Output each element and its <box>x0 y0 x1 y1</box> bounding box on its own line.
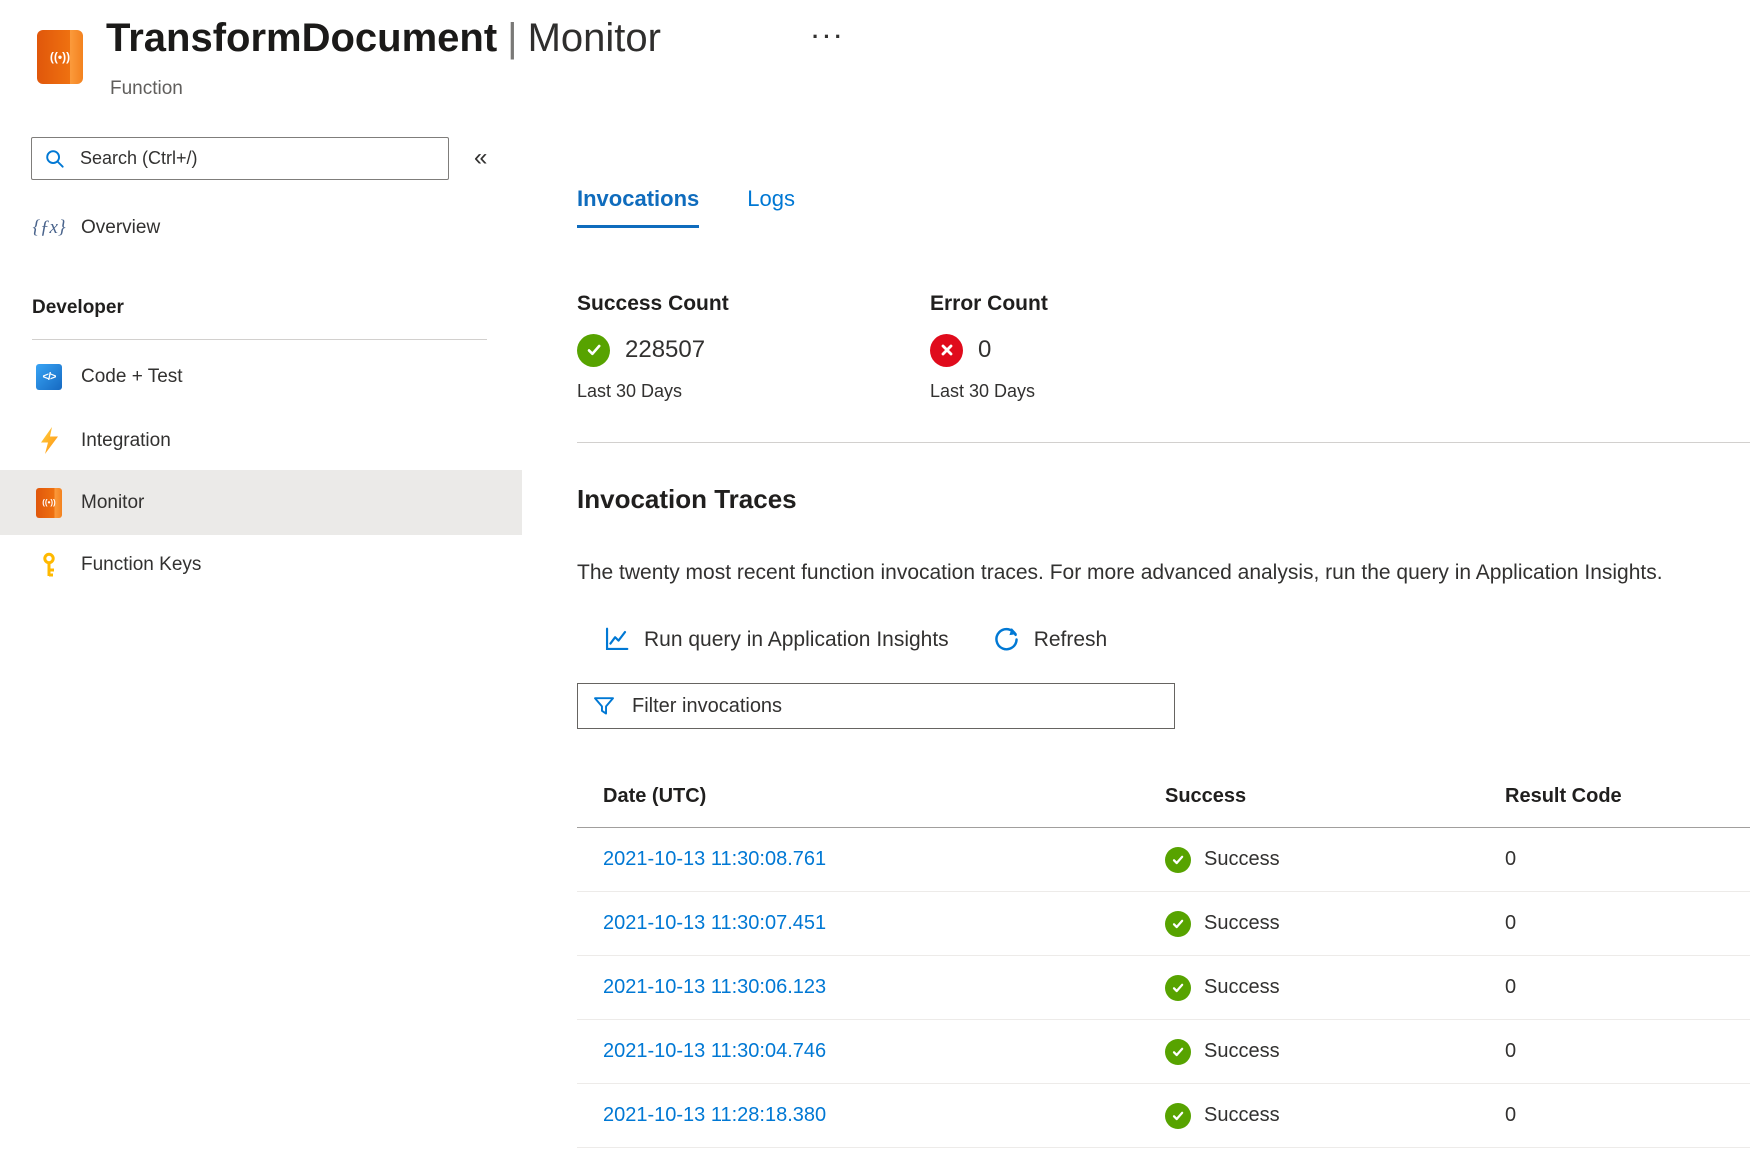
resource-type-label: Function <box>110 78 183 100</box>
table-row: 2021-10-13 11:30:04.746 Success 0 <box>577 1020 1750 1084</box>
sidebar-search[interactable] <box>31 137 449 180</box>
table-row: 2021-10-13 11:30:06.123 Success 0 <box>577 956 1750 1020</box>
metric-period: Last 30 Days <box>930 381 1048 402</box>
result-code-cell: 0 <box>1505 912 1750 935</box>
tab-logs[interactable]: Logs <box>747 186 795 228</box>
page-title-view: Monitor <box>528 16 661 60</box>
column-header-success: Success <box>1165 785 1505 808</box>
refresh-button[interactable]: Refresh <box>993 626 1108 653</box>
sidebar-item-label: Integration <box>81 430 171 452</box>
function-app-icon: ((•)) <box>37 30 83 84</box>
result-code-cell: 0 <box>1505 1040 1750 1063</box>
metric-error-count: Error Count 0 Last 30 Days <box>930 292 1048 402</box>
more-options-button[interactable]: ··· <box>812 24 846 50</box>
success-cell: Success <box>1165 975 1505 1001</box>
table-header-row: Date (UTC) Success Result Code <box>577 765 1750 828</box>
search-input[interactable] <box>78 147 436 170</box>
invocation-traces-heading: Invocation Traces <box>577 484 797 515</box>
run-query-label: Run query in Application Insights <box>644 628 949 652</box>
collapse-sidebar-button[interactable]: « <box>474 144 487 172</box>
column-header-date: Date (UTC) <box>603 785 1165 808</box>
result-code-cell: 0 <box>1505 1104 1750 1127</box>
search-icon <box>44 148 66 170</box>
table-row: 2021-10-13 11:30:07.451 Success 0 <box>577 892 1750 956</box>
fx-overview-icon: {ƒx} <box>32 217 65 239</box>
success-label: Success <box>1204 1104 1280 1127</box>
sidebar-item-code-test[interactable]: </> Code + Test <box>0 357 522 397</box>
filter-funnel-icon <box>592 694 616 718</box>
result-code-cell: 0 <box>1505 848 1750 871</box>
sidebar-item-monitor[interactable]: ((•)) Monitor <box>0 470 522 535</box>
sidebar-item-function-keys[interactable]: Function Keys <box>0 545 522 585</box>
success-label: Success <box>1204 848 1280 871</box>
monitor-book-icon: ((•)) <box>36 488 62 518</box>
filter-invocations-input[interactable] <box>630 694 1160 719</box>
metric-label: Error Count <box>930 292 1048 316</box>
success-check-icon <box>1165 911 1191 937</box>
result-code-cell: 0 <box>1505 976 1750 999</box>
success-check-icon <box>1165 847 1191 873</box>
invocation-traces-table: Date (UTC) Success Result Code 2021-10-1… <box>577 765 1750 1148</box>
chart-icon <box>603 626 630 653</box>
invocation-date-link[interactable]: 2021-10-13 11:28:18.380 <box>603 1104 1165 1127</box>
success-label: Success <box>1204 976 1280 999</box>
sidebar-section-title: Developer <box>32 297 124 319</box>
lightning-icon <box>37 427 61 455</box>
key-icon <box>37 552 61 578</box>
sidebar-section-divider <box>32 339 487 340</box>
section-divider <box>577 442 1750 443</box>
success-label: Success <box>1204 1040 1280 1063</box>
sidebar-item-label: Function Keys <box>81 554 201 576</box>
success-cell: Success <box>1165 911 1505 937</box>
sidebar-item-integration[interactable]: Integration <box>0 421 522 461</box>
success-check-icon <box>577 334 610 367</box>
metric-success-count: Success Count 228507 Last 30 Days <box>577 292 729 402</box>
success-cell: Success <box>1165 1039 1505 1065</box>
tab-invocations[interactable]: Invocations <box>577 186 699 228</box>
sidebar-item-label: Code + Test <box>81 366 183 388</box>
refresh-icon <box>993 626 1020 653</box>
run-query-button[interactable]: Run query in Application Insights <box>603 626 949 653</box>
table-row: 2021-10-13 11:28:18.380 Success 0 <box>577 1084 1750 1148</box>
invocation-date-link[interactable]: 2021-10-13 11:30:08.761 <box>603 848 1165 871</box>
invocation-traces-description: The twenty most recent function invocati… <box>577 561 1750 585</box>
success-cell: Success <box>1165 847 1505 873</box>
column-header-result-code: Result Code <box>1505 785 1750 808</box>
sidebar-item-label: Overview <box>81 217 160 239</box>
sidebar-item-label: Monitor <box>81 492 144 514</box>
page-title-separator: | <box>497 16 527 60</box>
filter-invocations-box[interactable] <box>577 683 1175 729</box>
metric-value: 228507 <box>625 336 705 364</box>
success-label: Success <box>1204 912 1280 935</box>
metric-period: Last 30 Days <box>577 381 729 402</box>
metric-label: Success Count <box>577 292 729 316</box>
traces-toolbar: Run query in Application Insights Refres… <box>603 626 1107 653</box>
invocation-date-link[interactable]: 2021-10-13 11:30:04.746 <box>603 1040 1165 1063</box>
refresh-label: Refresh <box>1034 628 1108 652</box>
success-check-icon <box>1165 1039 1191 1065</box>
code-test-icon: </> <box>36 364 62 390</box>
tab-bar: Invocations Logs <box>577 186 795 228</box>
invocation-date-link[interactable]: 2021-10-13 11:30:06.123 <box>603 976 1165 999</box>
sidebar-item-overview[interactable]: {ƒx} Overview <box>0 208 522 248</box>
success-check-icon <box>1165 975 1191 1001</box>
invocation-date-link[interactable]: 2021-10-13 11:30:07.451 <box>603 912 1165 935</box>
error-x-icon <box>930 334 963 367</box>
table-row: 2021-10-13 11:30:08.761 Success 0 <box>577 828 1750 892</box>
success-check-icon <box>1165 1103 1191 1129</box>
metric-value: 0 <box>978 336 991 364</box>
success-cell: Success <box>1165 1103 1505 1129</box>
page-title-resource: TransformDocument <box>106 16 497 60</box>
page-title: TransformDocument|Monitor <box>106 16 661 61</box>
